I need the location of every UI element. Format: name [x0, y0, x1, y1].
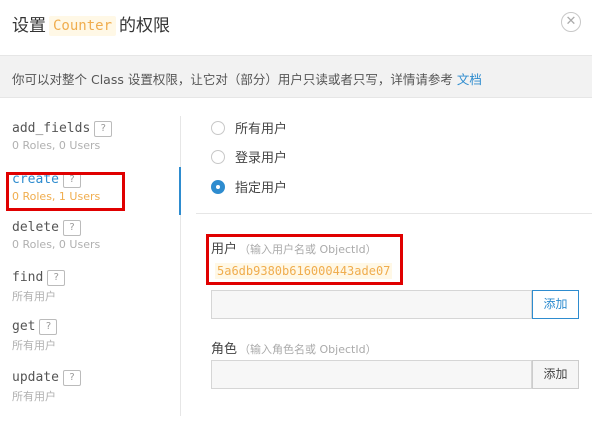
op-summary: 0 Roles, 0 Users [12, 238, 101, 251]
title-prefix: 设置 [12, 16, 46, 36]
help-icon[interactable]: ? [94, 121, 113, 137]
add-user-button[interactable]: 添加 [532, 290, 579, 319]
dialog-title: 设置 Counter 的权限 [12, 11, 170, 36]
class-name-badge: Counter [49, 16, 117, 36]
op-name: update [12, 370, 59, 385]
users-label: 用户 （输入用户名或 ObjectId） [211, 238, 377, 257]
op-summary: 所有用户 [12, 390, 56, 403]
roles-label-text: 角色 [211, 342, 238, 357]
user-input[interactable] [211, 290, 532, 319]
op-find[interactable]: find? 所有用户 [12, 270, 66, 304]
op-delete[interactable]: delete? 0 Roles, 0 Users [12, 220, 100, 251]
op-name: create [12, 172, 59, 187]
help-icon[interactable]: ? [62, 220, 81, 236]
op-summary: 所有用户 [12, 339, 56, 352]
op-update[interactable]: update? 所有用户 [12, 370, 81, 404]
help-icon[interactable]: ? [62, 172, 81, 188]
op-summary: 0 Roles, 1 Users [12, 190, 101, 203]
info-message: 你可以对整个 Class 设置权限，让它对（部分）用户只读或者只写，详情请参考 [12, 72, 453, 87]
op-name: add_fields [12, 121, 91, 136]
op-summary: 0 Roles, 0 Users [12, 139, 101, 152]
radio-specific-users[interactable]: 指定用户 [211, 177, 287, 196]
radio-circle-icon [211, 120, 225, 135]
help-icon[interactable]: ? [62, 370, 81, 386]
op-name: delete [12, 220, 59, 235]
op-add-fields[interactable]: add_fields? 0 Roles, 0 Users [12, 121, 113, 152]
radio-label: 登录用户 [235, 151, 288, 166]
help-icon[interactable]: ? [47, 270, 66, 286]
radio-label: 指定用户 [235, 181, 288, 196]
op-name: get [12, 319, 36, 334]
info-text: 你可以对整个 Class 设置权限，让它对（部分）用户只读或者只写，详情请参考 … [12, 69, 482, 88]
radio-label: 所有用户 [235, 122, 288, 137]
dialog-header: 设置 Counter 的权限 ✕ [0, 0, 592, 46]
users-label-text: 用户 [211, 242, 238, 257]
close-icon[interactable]: ✕ [561, 12, 581, 32]
add-role-button[interactable]: 添加 [532, 360, 579, 389]
radio-all-users[interactable]: 所有用户 [211, 118, 287, 137]
radio-logged-in-users[interactable]: 登录用户 [211, 147, 287, 166]
active-indicator [179, 167, 181, 215]
docs-link[interactable]: 文档 [457, 72, 482, 87]
help-icon[interactable]: ? [39, 319, 58, 335]
title-suffix: 的权限 [119, 16, 171, 36]
op-create[interactable]: create? 0 Roles, 1 Users [12, 172, 100, 203]
op-name: find [12, 270, 44, 285]
radio-checked-icon [211, 179, 225, 194]
roles-hint: （输入角色名或 ObjectId） [239, 343, 377, 356]
role-input[interactable] [211, 360, 532, 389]
section-divider [196, 213, 592, 214]
info-bar: 你可以对整个 Class 设置权限，让它对（部分）用户只读或者只写，详情请参考 … [0, 55, 592, 98]
user-entry[interactable]: 5a6db9380b616000443ade07 [215, 263, 393, 279]
operation-sidebar: add_fields? 0 Roles, 0 Users create? 0 R… [0, 116, 181, 416]
op-get[interactable]: get? 所有用户 [12, 319, 58, 353]
op-summary: 所有用户 [12, 290, 56, 303]
users-hint: （输入用户名或 ObjectId） [239, 243, 377, 256]
radio-circle-icon [211, 149, 225, 164]
roles-label: 角色 （输入角色名或 ObjectId） [211, 338, 377, 357]
